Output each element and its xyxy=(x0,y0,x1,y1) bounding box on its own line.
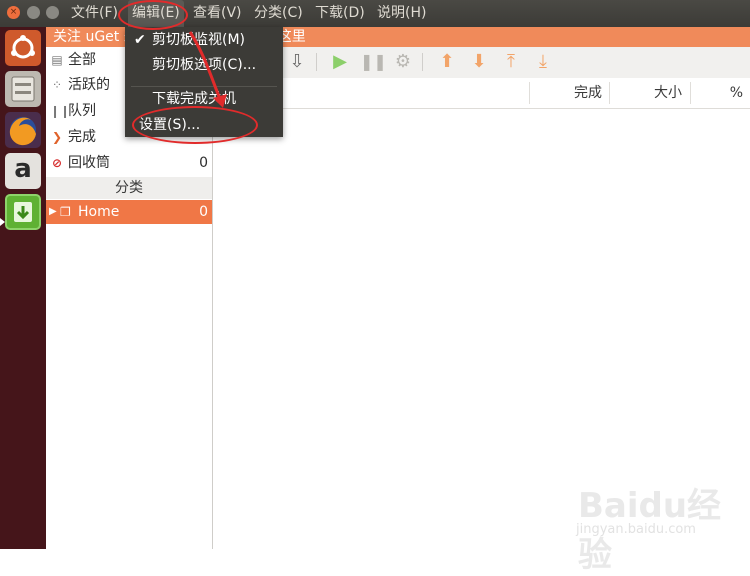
annotation-arrow xyxy=(188,31,227,108)
watermark-url: jingyan.baidu.com xyxy=(576,522,696,537)
baidu-watermark: Baidu经验 jingyan.baidu.com xyxy=(560,478,750,575)
